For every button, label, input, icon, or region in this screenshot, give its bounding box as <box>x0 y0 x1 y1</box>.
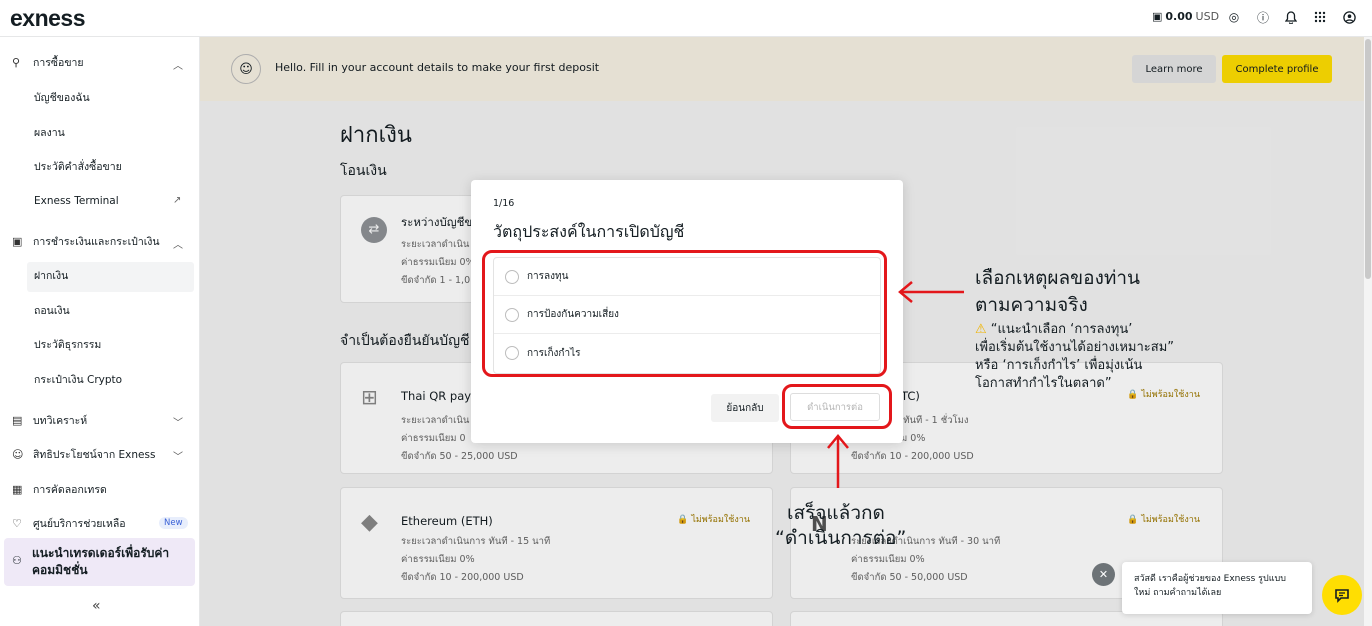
annotation-done1: เสร็จแล้วกด <box>787 502 885 524</box>
scrollbar[interactable] <box>1364 37 1372 626</box>
sidebar-item-label: การชำระเงินและกระเป๋าเงิน <box>33 235 160 248</box>
sidebar-item-deposit[interactable]: ฝากเงิน <box>34 265 68 285</box>
back-button[interactable]: ย้อนกลับ <box>711 394 779 422</box>
balance-widget[interactable]: ▣ 0.00 USD <box>1152 10 1219 23</box>
referral-promo-label: แนะนำเทรดเดอร์เพื่อรับค่าคอมมิชชั่น <box>32 546 170 577</box>
sidebar-item-my-accounts[interactable]: บัญชีของฉัน <box>34 87 90 107</box>
balance-amount: 0.00 <box>1165 10 1193 23</box>
sidebar-item-support[interactable]: ♡ ศูนย์บริการช่วยเหลือ <box>12 513 126 533</box>
referral-promo[interactable]: ⚇ แนะนำเทรดเดอร์เพื่อรับค่าคอมมิชชั่น <box>4 538 195 586</box>
sidebar-item-label: การคัดลอกเทรด <box>33 483 107 496</box>
sidebar-item-terminal[interactable]: Exness Terminal <box>34 191 119 211</box>
annotation-note3: หรือ ‘การเก็งกำไร’ เพื่อมุ่งเน้น <box>975 358 1143 373</box>
sidebar-item-label: สิทธิประโยชน์จาก Exness <box>33 448 156 461</box>
benefits-icon: ☺ <box>12 447 24 461</box>
sidebar-item-performance[interactable]: ผลงาน <box>34 122 65 142</box>
chat-icon <box>1335 588 1349 603</box>
wallet-icon: ▣ <box>12 234 23 248</box>
chevron-up-icon[interactable]: ︿ <box>173 57 183 72</box>
chevron-down-icon[interactable]: ﹀ <box>173 448 183 463</box>
exness-logo[interactable]: exness <box>10 5 86 32</box>
annotation-line1: เลือกเหตุผลของท่าน <box>975 267 1141 289</box>
bell-icon[interactable] <box>1284 10 1298 24</box>
step-counter: 1/16 <box>493 198 515 209</box>
sidebar-item-label: ศูนย์บริการช่วยเหลือ <box>33 517 126 530</box>
left-arrow-icon <box>898 281 964 303</box>
sidebar-item-copy-trading[interactable]: ▦ การคัดลอกเทรด <box>12 479 107 499</box>
warning-icon: ⚠ <box>975 322 987 337</box>
sidebar-item-analysis[interactable]: ▤ บทวิเคราะห์ <box>12 410 87 430</box>
external-link-icon: ↗ <box>173 195 182 206</box>
close-icon[interactable]: ✕ <box>1092 563 1115 586</box>
continue-highlight <box>782 384 892 429</box>
scrollbar-thumb[interactable] <box>1365 39 1371 279</box>
annotation-note4: โอกาสทำกำไรในตลาด” <box>975 376 1112 391</box>
sidebar-item-withdrawal[interactable]: ถอนเงิน <box>34 300 70 320</box>
chat-button[interactable] <box>1322 575 1362 615</box>
chevron-down-icon[interactable]: ﹀ <box>173 414 183 429</box>
sidebar-item-crypto-wallet[interactable]: กระเป๋าเงิน Crypto <box>34 369 122 389</box>
up-arrow-icon <box>827 434 849 488</box>
help-icon[interactable]: ⓘ <box>1256 10 1270 25</box>
annotation-note1: ⚠ “แนะนำเลือก ‘การลงทุน’ <box>975 321 1132 338</box>
wallet-icon: ▣ <box>1152 10 1163 23</box>
annotation-line2: ตามความจริง <box>975 294 1088 316</box>
profile-icon[interactable] <box>1342 10 1356 24</box>
trading-icon: ⚲ <box>12 55 21 69</box>
heart-icon: ♡ <box>12 516 22 530</box>
balance-currency: USD <box>1195 10 1220 23</box>
sidebar-item-benefits[interactable]: ☺ สิทธิประโยชน์จาก Exness <box>12 444 155 464</box>
sidebar-item-transactions[interactable]: ประวัติธุรกรรม <box>34 334 101 354</box>
globe-icon[interactable]: ◎ <box>1227 10 1241 24</box>
sidebar-item-payments[interactable]: ▣ การชำระเงินและกระเป๋าเงิน <box>12 231 160 251</box>
sidebar-item-trading[interactable]: ⚲ การซื้อขาย <box>12 52 84 72</box>
sidebar: ⚲ การซื้อขาย ︿ บัญชีของฉัน ผลงาน ประวัติ… <box>0 37 200 626</box>
options-highlight <box>482 250 887 377</box>
sidebar-item-label: บทวิเคราะห์ <box>33 414 88 427</box>
chat-popup[interactable]: สวัสดี เราคือผู้ช่วยของ Exness รูปแบบใหม… <box>1122 562 1312 614</box>
top-bar: exness ▣ 0.00 USD ◎ ⓘ <box>0 0 1372 37</box>
copy-icon: ▦ <box>12 482 23 496</box>
modal-title: วัตถุประสงค์ในการเปิดบัญชี <box>493 222 685 241</box>
annotation-note1-text: “แนะนำเลือก ‘การลงทุน’ <box>990 322 1133 337</box>
users-icon: ⚇ <box>12 554 22 567</box>
sidebar-item-label: การซื้อขาย <box>33 56 84 69</box>
analysis-icon: ▤ <box>12 413 23 427</box>
apps-grid-icon[interactable] <box>1313 10 1327 24</box>
annotation-note2: เพื่อเริ่มต้นใช้งานได้อย่างเหมาะสม” <box>975 340 1175 355</box>
new-badge: New <box>159 517 188 529</box>
collapse-sidebar-icon[interactable]: « <box>92 598 101 614</box>
annotation-done2: “ดำเนินการต่อ” <box>775 527 907 549</box>
sidebar-item-order-history[interactable]: ประวัติคำสั่งซื้อขาย <box>34 156 122 176</box>
chevron-up-icon[interactable]: ︿ <box>173 236 183 251</box>
